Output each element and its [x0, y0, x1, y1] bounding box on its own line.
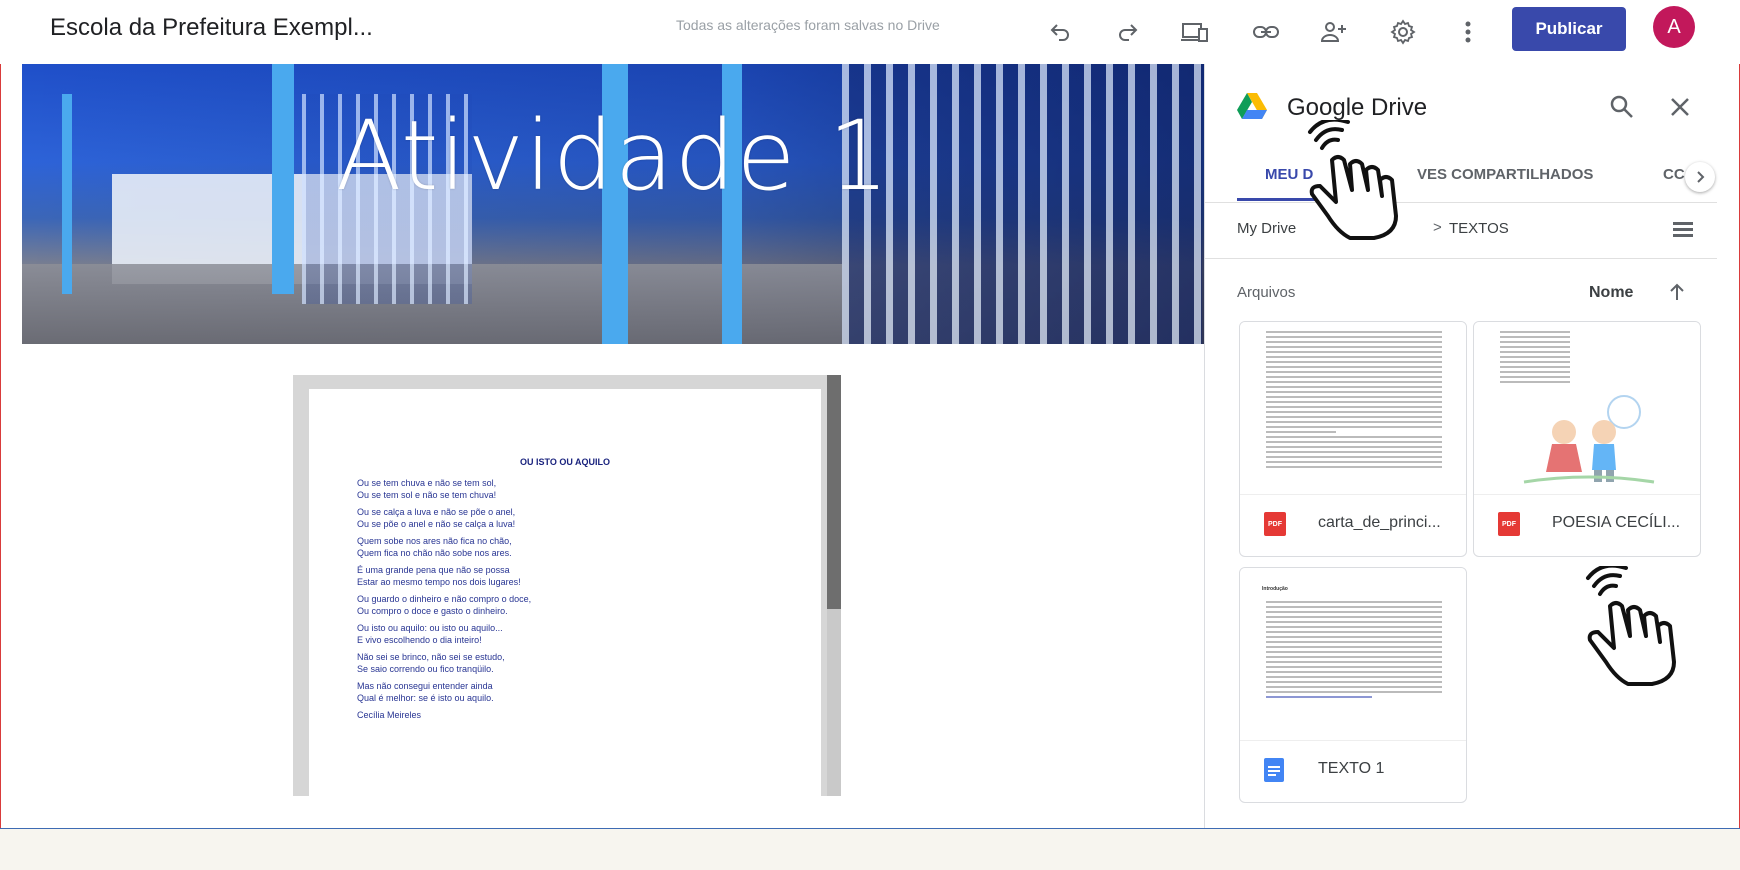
poem-stanza: Não sei se brinco, não sei se estudo, Se…: [357, 652, 505, 674]
poem-title: OU ISTO OU AQUILO: [519, 457, 610, 467]
file-name: TEXTO 1: [1318, 760, 1385, 777]
share-person-add-icon[interactable]: [1316, 14, 1352, 50]
save-status: Todas as alterações foram salvas no Driv…: [676, 17, 940, 33]
file-name: carta_de_princi...: [1318, 514, 1441, 531]
file-name: POESIA CECÍLI...: [1552, 514, 1681, 531]
site-canvas: Atividade 1 OU ISTO OU AQUILO Ou se tem …: [22, 64, 1204, 828]
file-card[interactable]: PDF carta_de_princi...: [1239, 321, 1467, 557]
poem-stanza: Mas não consegui entender ainda Qual é m…: [357, 681, 494, 703]
embedded-document[interactable]: OU ISTO OU AQUILO Ou se tem chuva e não …: [293, 375, 841, 796]
close-icon[interactable]: [1665, 92, 1695, 122]
files-section-header: Arquivos: [1237, 284, 1296, 301]
preview-device-icon[interactable]: [1177, 14, 1213, 50]
arrow-up-icon[interactable]: [1665, 280, 1689, 304]
drive-tabs: MEU D VES COMPARTILHADOS CC: [1205, 150, 1717, 203]
breadcrumb-root[interactable]: My Drive: [1237, 220, 1296, 237]
children-illustration: [1523, 395, 1655, 484]
drive-title: Google Drive: [1287, 94, 1428, 121]
file-thumbnail: Introdução: [1240, 568, 1466, 741]
banner-title[interactable]: Atividade 1: [22, 100, 1204, 212]
chevron-right-icon[interactable]: [1685, 162, 1715, 192]
doc-preview-heading: Introdução: [1262, 586, 1288, 592]
publish-button[interactable]: Publicar: [1512, 7, 1626, 51]
poem-stanza: Ou guardo o dinheiro e não compro o doce…: [357, 594, 532, 616]
breadcrumb-current[interactable]: TEXTOS: [1449, 220, 1509, 237]
file-thumbnail: [1240, 322, 1466, 495]
breadcrumb: My Drive > TEXTOS: [1205, 202, 1717, 259]
list-view-icon[interactable]: [1671, 218, 1695, 242]
file-thumbnail: [1474, 322, 1700, 495]
file-card[interactable]: PDF POESIA CECÍLI...: [1473, 321, 1701, 557]
document-page: OU ISTO OU AQUILO Ou se tem chuva e não …: [309, 389, 821, 796]
poem-author: Cecília Meireles: [357, 710, 422, 720]
link-icon[interactable]: [1248, 14, 1284, 50]
settings-icon[interactable]: [1385, 14, 1421, 50]
top-bar: Escola da Prefeitura Exempl... Todas as …: [0, 0, 1740, 64]
pdf-icon: PDF: [1498, 512, 1520, 536]
scrollbar-thumb[interactable]: [827, 375, 841, 609]
poem-stanza: Ou se calça a luva e não se põe o anel, …: [357, 507, 516, 529]
document-scrollbar[interactable]: [827, 375, 841, 796]
poem-stanza: Quem sobe nos ares não fica no chão, Que…: [357, 536, 512, 558]
header-banner-image[interactable]: Atividade 1: [22, 64, 1204, 344]
poem-stanza: Ou se tem chuva e não se tem sol, Ou se …: [357, 478, 497, 500]
undo-icon[interactable]: [1042, 14, 1078, 50]
google-docs-icon: [1264, 758, 1286, 782]
tap-hand-icon: [1308, 120, 1398, 240]
avatar[interactable]: A: [1653, 6, 1695, 48]
poem-stanza: Ou isto ou aquilo: ou isto ou aquilo... …: [357, 623, 503, 645]
poem-stanza: É uma grande pena que não se possa Estar…: [357, 565, 521, 587]
tap-hand-icon: [1586, 566, 1676, 686]
bottom-bar: [0, 828, 1740, 870]
google-drive-panel: Google Drive MEU D VES COMPARTILHADOS CC…: [1204, 64, 1717, 828]
tab-computers[interactable]: CC: [1663, 166, 1685, 183]
poem-text: Ou se tem chuva e não se tem sol, Ou se …: [357, 477, 797, 726]
more-vert-icon[interactable]: [1450, 14, 1486, 50]
sort-by-name[interactable]: Nome: [1589, 284, 1633, 302]
redo-icon[interactable]: [1110, 14, 1146, 50]
tab-shared-drives[interactable]: VES COMPARTILHADOS: [1417, 166, 1593, 183]
file-card[interactable]: Introdução TEXTO 1: [1239, 567, 1467, 803]
search-icon[interactable]: [1607, 92, 1637, 122]
google-drive-logo-icon: [1237, 93, 1267, 119]
pdf-icon: PDF: [1264, 512, 1286, 536]
site-title[interactable]: Escola da Prefeitura Exempl...: [50, 14, 373, 42]
breadcrumb-separator: >: [1433, 219, 1442, 236]
